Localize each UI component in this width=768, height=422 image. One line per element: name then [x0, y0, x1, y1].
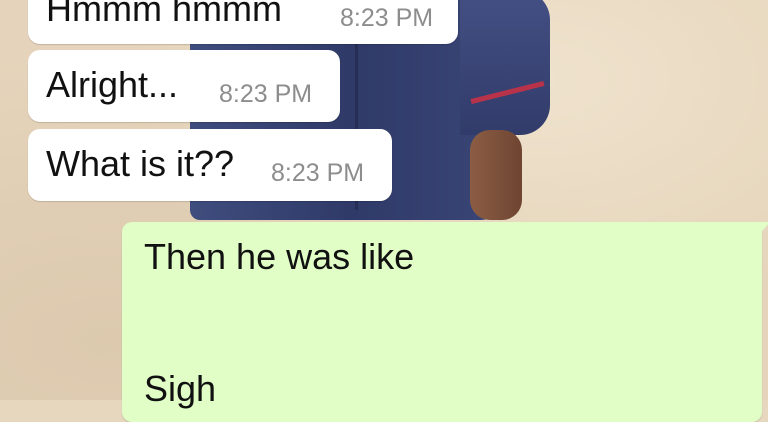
incoming-message-bubble[interactable]: Alright... 8:23 PM — [28, 50, 340, 122]
message-text: Hmmm hmmm — [46, 0, 282, 29]
message-timestamp: 8:23 PM — [340, 4, 434, 32]
outgoing-bubble-tail — [756, 222, 768, 238]
message-timestamp: 8:23 PM — [219, 80, 313, 108]
incoming-message-bubble[interactable]: Hmmm hmmm 8:23 PM — [28, 0, 458, 44]
outgoing-message-bubble[interactable]: Then he was like Sigh — [122, 222, 762, 422]
message-text-line-2: Sigh — [144, 368, 217, 409]
incoming-message-bubble[interactable]: What is it?? 8:23 PM — [28, 129, 392, 201]
sleeve-shape — [460, 0, 550, 135]
message-text: Alright... — [46, 64, 179, 105]
message-text-line-1: Then he was like — [144, 236, 415, 277]
arm-shape — [470, 130, 522, 220]
message-text: What is it?? — [46, 143, 235, 184]
message-timestamp: 8:23 PM — [271, 159, 365, 187]
